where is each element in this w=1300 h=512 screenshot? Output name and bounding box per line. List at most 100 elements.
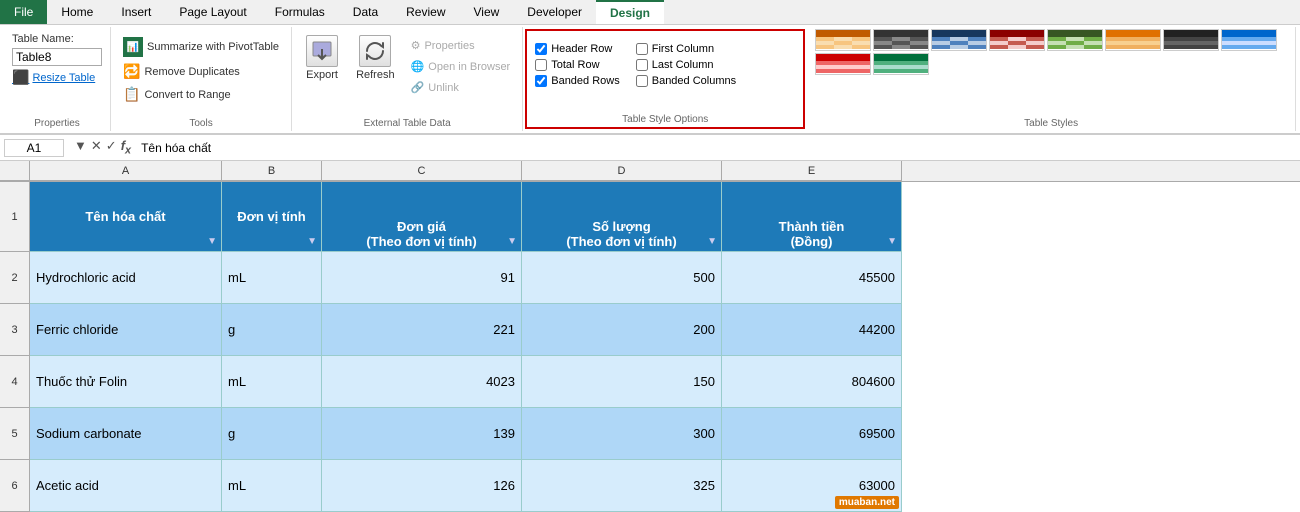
formula-bar: ▼ ✕ ✓ fx <box>0 135 1300 161</box>
cell-3-c[interactable]: 221 <box>322 304 522 356</box>
cell-4-b[interactable]: mL <box>222 356 322 408</box>
cell-4-c[interactable]: 4023 <box>322 356 522 408</box>
refresh-icon <box>359 35 391 67</box>
cell-6-a[interactable]: Acetic acid <box>30 460 222 512</box>
data-row-6: 6 Acetic acid mL 126 325 63000 muaban.ne… <box>0 460 1300 512</box>
refresh-button[interactable]: Refresh <box>350 33 401 83</box>
tab-home[interactable]: Home <box>47 0 107 24</box>
table-style-options-group: Header Row Total Row Banded Rows First C… <box>525 29 805 129</box>
cell-5-b[interactable]: g <box>222 408 322 460</box>
formula-input[interactable] <box>137 141 1296 155</box>
header-row-checkbox[interactable]: Header Row <box>535 43 620 55</box>
header-cell-col-e[interactable]: Thành tiền (Đồng) ▼ <box>722 182 902 252</box>
header-cell-col-c[interactable]: Đơn giá (Theo đơn vị tính) ▼ <box>322 182 522 252</box>
banded-columns-check[interactable] <box>636 75 648 87</box>
filter-arrow-e[interactable]: ▼ <box>887 236 897 247</box>
cell-5-c[interactable]: 139 <box>322 408 522 460</box>
style-swatch-orange1[interactable] <box>815 29 871 51</box>
total-row-checkbox[interactable]: Total Row <box>535 59 620 71</box>
col-header-c: C <box>322 161 522 181</box>
filter-arrow-b[interactable]: ▼ <box>307 236 317 247</box>
pivot-icon: 📊 <box>123 37 143 57</box>
style-swatch-dark2[interactable] <box>1163 29 1219 51</box>
filter-arrow-a[interactable]: ▼ <box>207 236 217 247</box>
summarize-pivottable-button[interactable]: 📊 Summarize with PivotTable <box>119 35 283 59</box>
tab-insert[interactable]: Insert <box>107 0 165 24</box>
cell-2-e[interactable]: 45500 <box>722 252 902 304</box>
convert-to-range-button[interactable]: 📋 Convert to Range <box>119 84 235 105</box>
data-row-header: 1 Tên hóa chất ▼ Đơn vị tính ▼ Đơn giá (… <box>0 182 1300 252</box>
tab-review[interactable]: Review <box>392 0 459 24</box>
cell-reference[interactable] <box>4 139 64 157</box>
cell-3-d[interactable]: 200 <box>522 304 722 356</box>
tab-view[interactable]: View <box>460 0 514 24</box>
style-swatch-green1[interactable] <box>1047 29 1103 51</box>
cell-2-d[interactable]: 500 <box>522 252 722 304</box>
cell-4-d[interactable]: 150 <box>522 356 722 408</box>
style-swatch-blue1[interactable] <box>931 29 987 51</box>
row-num-header <box>0 161 30 181</box>
spreadsheet: A B C D E 1 Tên hóa chất ▼ Đơn vị tính ▼… <box>0 161 1300 512</box>
tab-design[interactable]: Design <box>596 0 664 24</box>
export-icon <box>306 35 338 67</box>
row-num-2: 2 <box>0 252 30 304</box>
watermark: muaban.net <box>835 496 899 509</box>
ribbon-content: Table Name: ⬛ Resize Table Properties 📊 … <box>0 25 1300 135</box>
filter-arrow-d[interactable]: ▼ <box>707 236 717 247</box>
tab-developer[interactable]: Developer <box>513 0 596 24</box>
cell-3-a[interactable]: Ferric chloride <box>30 304 222 356</box>
cell-2-c[interactable]: 91 <box>322 252 522 304</box>
table-name-input[interactable] <box>12 48 102 66</box>
cell-3-b[interactable]: g <box>222 304 322 356</box>
unlink-button[interactable]: 🔗 Unlink <box>407 79 515 96</box>
style-swatch-orange2[interactable] <box>1105 29 1161 51</box>
style-swatch-dark1[interactable] <box>873 29 929 51</box>
properties-button[interactable]: ⚙ Properties <box>407 37 515 54</box>
header-cell-col-d[interactable]: Số lượng (Theo đơn vị tính) ▼ <box>522 182 722 252</box>
cell-2-a[interactable]: Hydrochloric acid <box>30 252 222 304</box>
table-name-label: Table Name: <box>12 33 74 45</box>
tab-page-layout[interactable]: Page Layout <box>165 0 260 24</box>
cell-6-e[interactable]: 63000 muaban.net <box>722 460 902 512</box>
cell-2-b[interactable]: mL <box>222 252 322 304</box>
cell-5-d[interactable]: 300 <box>522 408 722 460</box>
tab-file[interactable]: File <box>0 0 47 24</box>
row-num-6: 6 <box>0 460 30 512</box>
cell-6-d[interactable]: 325 <box>522 460 722 512</box>
banded-columns-checkbox[interactable]: Banded Columns <box>636 75 736 87</box>
header-row-check[interactable] <box>535 43 547 55</box>
tab-formulas[interactable]: Formulas <box>261 0 339 24</box>
resize-icon: ⬛ <box>12 69 29 86</box>
first-column-checkbox[interactable]: First Column <box>636 43 736 55</box>
filter-arrow-c[interactable]: ▼ <box>507 236 517 247</box>
table-styles-label: Table Styles <box>807 118 1295 129</box>
last-column-check[interactable] <box>636 59 648 71</box>
export-button[interactable]: Export <box>300 33 344 83</box>
cell-3-e[interactable]: 44200 <box>722 304 902 356</box>
header-cell-col-b[interactable]: Đơn vị tính ▼ <box>222 182 322 252</box>
style-swatch-green2[interactable] <box>873 53 929 75</box>
banded-rows-checkbox[interactable]: Banded Rows <box>535 75 620 87</box>
cell-6-b[interactable]: mL <box>222 460 322 512</box>
style-swatch-blue2[interactable] <box>1221 29 1277 51</box>
style-swatch-red1[interactable] <box>989 29 1045 51</box>
header-cell-col-a[interactable]: Tên hóa chất ▼ <box>30 182 222 252</box>
cell-5-e[interactable]: 69500 <box>722 408 902 460</box>
col-header-b: B <box>222 161 322 181</box>
remove-duplicates-button[interactable]: 🔁 Remove Duplicates <box>119 61 244 82</box>
browser-icon: 🌐 <box>411 60 425 73</box>
open-browser-button[interactable]: 🌐 Open in Browser <box>407 58 515 75</box>
banded-rows-check[interactable] <box>535 75 547 87</box>
total-row-check[interactable] <box>535 59 547 71</box>
tab-data[interactable]: Data <box>339 0 392 24</box>
last-column-checkbox[interactable]: Last Column <box>636 59 736 71</box>
cell-4-e[interactable]: 804600 <box>722 356 902 408</box>
cell-5-a[interactable]: Sodium carbonate <box>30 408 222 460</box>
tools-group: 📊 Summarize with PivotTable 🔁 Remove Dup… <box>111 27 292 131</box>
style-swatch-red2[interactable] <box>815 53 871 75</box>
first-column-check[interactable] <box>636 43 648 55</box>
cell-4-a[interactable]: Thuốc thử Folin <box>30 356 222 408</box>
resize-table-link[interactable]: ⬛ Resize Table <box>12 69 95 86</box>
row-num-4: 4 <box>0 356 30 408</box>
cell-6-c[interactable]: 126 <box>322 460 522 512</box>
